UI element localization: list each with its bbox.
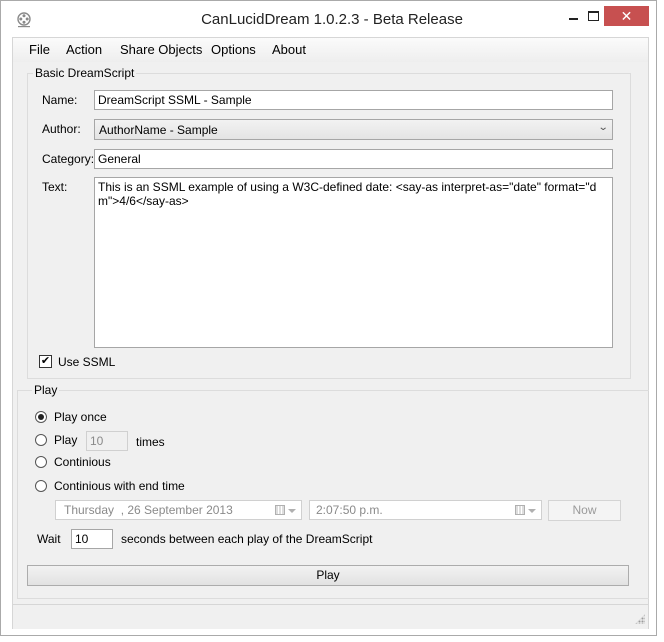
maximize-icon xyxy=(587,11,599,21)
name-label: Name: xyxy=(42,93,78,107)
author-select[interactable]: AuthorName - Sample ⌄ xyxy=(94,119,613,140)
dropdown-arrow-icon xyxy=(528,509,536,513)
use-ssml-checkbox[interactable]: ✔ xyxy=(39,355,52,368)
maximize-button[interactable] xyxy=(580,6,606,26)
menu-options[interactable]: Options xyxy=(211,42,256,57)
minimize-icon xyxy=(568,18,578,20)
category-input[interactable]: General xyxy=(94,149,613,169)
menu-share-objects[interactable]: Share Objects xyxy=(120,42,202,57)
calendar-icon xyxy=(275,505,285,515)
use-ssml-label: Use SSML xyxy=(58,355,116,369)
end-time-picker[interactable]: 2:07:50 p.m. xyxy=(309,500,542,520)
close-icon: ✕ xyxy=(620,7,633,24)
dropdown-arrow-icon xyxy=(288,509,296,513)
category-label: Category: xyxy=(42,152,95,166)
times-label: times xyxy=(136,435,165,449)
text-area[interactable]: This is an SSML example of using a W3C-d… xyxy=(94,177,613,348)
name-input[interactable]: DreamScript SSML - Sample xyxy=(94,90,613,110)
menu-file[interactable]: File xyxy=(29,42,50,57)
times-input[interactable]: 10 xyxy=(86,431,128,451)
continious-end-time-radio[interactable] xyxy=(35,480,47,492)
end-date-value: Thursday , 26 September 2013 xyxy=(64,503,233,517)
menu-about[interactable]: About xyxy=(272,42,306,57)
menu-bar xyxy=(13,38,648,62)
menu-action[interactable]: Action xyxy=(66,42,102,57)
play-times-radio[interactable] xyxy=(35,434,47,446)
chevron-down-icon: ⌄ xyxy=(597,122,609,133)
author-select-value: AuthorName - Sample xyxy=(99,123,218,137)
play-group-label: Play xyxy=(32,383,60,397)
author-label: Author: xyxy=(42,122,81,136)
wait-suffix-label: seconds between each play of the DreamSc… xyxy=(121,532,373,546)
continious-end-time-label: Continious with end time xyxy=(54,479,185,493)
play-button[interactable]: Play xyxy=(27,565,629,586)
end-time-value: 2:07:50 p.m. xyxy=(316,503,383,517)
now-button[interactable]: Now xyxy=(548,500,621,521)
basic-dreamscript-group-label: Basic DreamScript xyxy=(33,66,137,80)
wait-label: Wait xyxy=(37,532,61,546)
play-once-radio[interactable] xyxy=(35,411,47,423)
calendar-icon xyxy=(515,505,525,515)
wait-input[interactable]: 10 xyxy=(71,529,113,549)
text-label: Text: xyxy=(42,180,68,194)
close-button[interactable]: ✕ xyxy=(604,6,649,26)
continious-radio[interactable] xyxy=(35,456,47,468)
continious-label: Continious xyxy=(54,455,111,469)
play-once-label: Play once xyxy=(54,410,107,424)
checkmark-icon: ✔ xyxy=(40,355,51,367)
end-date-picker[interactable]: Thursday , 26 September 2013 xyxy=(55,500,302,520)
play-times-label: Play xyxy=(54,433,78,447)
status-bar xyxy=(13,604,648,629)
